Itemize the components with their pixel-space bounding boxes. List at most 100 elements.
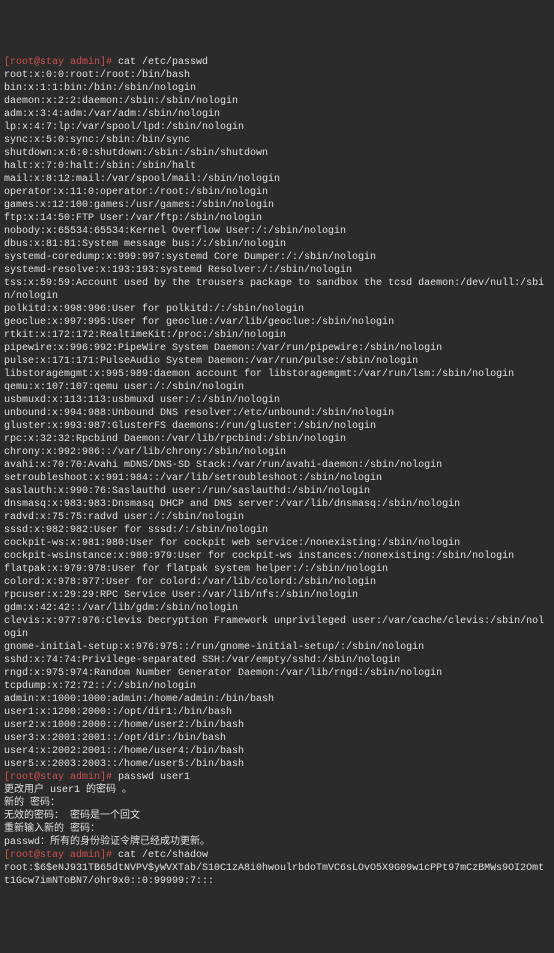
passwd-entry: cockpit-wsinstance:x:980:979:User for co… [4, 551, 514, 562]
passwd-entry: gluster:x:993:987:GlusterFS daemons:/run… [4, 421, 376, 432]
terminal-line: bin:x:1:1:bin:/bin:/sbin/nologin [4, 82, 550, 95]
passwd-output: 重新输入新的 密码： [4, 824, 100, 835]
terminal-line: admin:x:1000:1000:admin:/home/admin:/bin… [4, 693, 550, 706]
terminal-line: 重新输入新的 密码： [4, 823, 550, 836]
terminal-line: dbus:x:81:81:System message bus:/:/sbin/… [4, 238, 550, 251]
shell-command: passwd user1 [118, 772, 190, 783]
terminal-line: gluster:x:993:987:GlusterFS daemons:/run… [4, 420, 550, 433]
passwd-entry: gnome-initial-setup:x:976:975::/run/gnom… [4, 642, 424, 653]
terminal-line: clevis:x:977:976:Clevis Decryption Frame… [4, 615, 550, 641]
passwd-entry: geoclue:x:997:995:User for geoclue:/var/… [4, 317, 394, 328]
passwd-entry: libstoragemgmt:x:995:989:daemon account … [4, 369, 514, 380]
terminal-line: [root@stay admin]# cat /etc/shadow [4, 849, 550, 862]
passwd-entry: dbus:x:81:81:System message bus:/:/sbin/… [4, 239, 286, 250]
shell-command: cat /etc/shadow [118, 850, 208, 861]
terminal-line: user1:x:1200:2000::/opt/dir1:/bin/bash [4, 706, 550, 719]
terminal-line: systemd-resolve:x:193:193:systemd Resolv… [4, 264, 550, 277]
passwd-entry: gdm:x:42:42::/var/lib/gdm:/sbin/nologin [4, 603, 238, 614]
terminal-line: setroubleshoot:x:991:984::/var/lib/setro… [4, 472, 550, 485]
terminal-output[interactable]: [root@stay admin]# cat /etc/passwd root:x… [4, 56, 550, 888]
passwd-entry: adm:x:3:4:adm:/var/adm:/sbin/nologin [4, 109, 220, 120]
shell-command: cat /etc/passwd [118, 57, 208, 68]
passwd-entry: clevis:x:977:976:Clevis Decryption Frame… [4, 616, 544, 640]
shadow-entry: root:$6$eNJ931TB65dtNVPV$yWVXTab/S10C1zA… [4, 863, 544, 887]
terminal-line: 无效的密码： 密码是一个回文 [4, 810, 550, 823]
terminal-line: geoclue:x:997:995:User for geoclue:/var/… [4, 316, 550, 329]
terminal-line: lp:x:4:7:lp:/var/spool/lpd:/sbin/nologin [4, 121, 550, 134]
terminal-line: libstoragemgmt:x:995:989:daemon account … [4, 368, 550, 381]
terminal-line: flatpak:x:979:978:User for flatpak syste… [4, 563, 550, 576]
passwd-entry: lp:x:4:7:lp:/var/spool/lpd:/sbin/nologin [4, 122, 244, 133]
passwd-entry: tcpdump:x:72:72::/:/sbin/nologin [4, 681, 196, 692]
passwd-entry: root:x:0:0:root:/root:/bin/bash [4, 70, 190, 81]
passwd-entry: colord:x:978:977:User for colord:/var/li… [4, 577, 376, 588]
passwd-entry: polkitd:x:998:996:User for polkitd:/:/sb… [4, 304, 304, 315]
terminal-line: daemon:x:2:2:daemon:/sbin:/sbin/nologin [4, 95, 550, 108]
terminal-line: usbmuxd:x:113:113:usbmuxd user:/:/sbin/n… [4, 394, 550, 407]
passwd-output: 新的 密码： [4, 798, 60, 809]
passwd-entry: rtkit:x:172:172:RealtimeKit:/proc:/sbin/… [4, 330, 286, 341]
terminal-line: passwd：所有的身份验证令牌已经成功更新。 [4, 836, 550, 849]
passwd-entry: cockpit-ws:x:981:980:User for cockpit we… [4, 538, 460, 549]
passwd-entry: pipewire:x:996:992:PipeWire System Daemo… [4, 343, 442, 354]
passwd-entry: usbmuxd:x:113:113:usbmuxd user:/:/sbin/n… [4, 395, 280, 406]
passwd-entry: saslauth:x:990:76:Saslauthd user:/run/sa… [4, 486, 370, 497]
terminal-line: root:$6$eNJ931TB65dtNVPV$yWVXTab/S10C1zA… [4, 862, 550, 888]
terminal-line: tss:x:59:59:Account used by the trousers… [4, 277, 550, 303]
passwd-entry: sssd:x:982:982:User for sssd:/:/sbin/nol… [4, 525, 268, 536]
passwd-entry: flatpak:x:979:978:User for flatpak syste… [4, 564, 388, 575]
terminal-line: saslauth:x:990:76:Saslauthd user:/run/sa… [4, 485, 550, 498]
passwd-entry: user1:x:1200:2000::/opt/dir1:/bin/bash [4, 707, 232, 718]
terminal-line: gnome-initial-setup:x:976:975::/run/gnom… [4, 641, 550, 654]
shell-prompt: [root@stay admin]# [4, 772, 118, 783]
passwd-entry: halt:x:7:0:halt:/sbin:/sbin/halt [4, 161, 196, 172]
terminal-line: qemu:x:107:107:qemu user:/:/sbin/nologin [4, 381, 550, 394]
passwd-entry: radvd:x:75:75:radvd user:/:/sbin/nologin [4, 512, 244, 523]
terminal-line: polkitd:x:998:996:User for polkitd:/:/sb… [4, 303, 550, 316]
terminal-line: rtkit:x:172:172:RealtimeKit:/proc:/sbin/… [4, 329, 550, 342]
passwd-entry: shutdown:x:6:0:shutdown:/sbin:/sbin/shut… [4, 148, 268, 159]
passwd-entry: bin:x:1:1:bin:/bin:/sbin/nologin [4, 83, 196, 94]
passwd-entry: setroubleshoot:x:991:984::/var/lib/setro… [4, 473, 382, 484]
terminal-line: rngd:x:975:974:Random Number Generator D… [4, 667, 550, 680]
passwd-entry: tss:x:59:59:Account used by the trousers… [4, 278, 544, 302]
passwd-entry: systemd-resolve:x:193:193:systemd Resolv… [4, 265, 352, 276]
terminal-line: root:x:0:0:root:/root:/bin/bash [4, 69, 550, 82]
passwd-output: 更改用户 user1 的密码 。 [4, 785, 132, 796]
terminal-line: shutdown:x:6:0:shutdown:/sbin:/sbin/shut… [4, 147, 550, 160]
passwd-entry: operator:x:11:0:operator:/root:/sbin/nol… [4, 187, 268, 198]
terminal-line: radvd:x:75:75:radvd user:/:/sbin/nologin [4, 511, 550, 524]
passwd-entry: mail:x:8:12:mail:/var/spool/mail:/sbin/n… [4, 174, 280, 185]
passwd-entry: sshd:x:74:74:Privilege-separated SSH:/va… [4, 655, 400, 666]
terminal-line: gdm:x:42:42::/var/lib/gdm:/sbin/nologin [4, 602, 550, 615]
passwd-entry: admin:x:1000:1000:admin:/home/admin:/bin… [4, 694, 274, 705]
terminal-line: cockpit-ws:x:981:980:User for cockpit we… [4, 537, 550, 550]
terminal-line: mail:x:8:12:mail:/var/spool/mail:/sbin/n… [4, 173, 550, 186]
passwd-entry: daemon:x:2:2:daemon:/sbin:/sbin/nologin [4, 96, 238, 107]
terminal-line: sshd:x:74:74:Privilege-separated SSH:/va… [4, 654, 550, 667]
terminal-line: games:x:12:100:games:/usr/games:/sbin/no… [4, 199, 550, 212]
terminal-line: user3:x:2001:2001::/opt/dir:/bin/bash [4, 732, 550, 745]
passwd-entry: pulse:x:171:171:PulseAudio System Daemon… [4, 356, 418, 367]
passwd-entry: unbound:x:994:988:Unbound DNS resolver:/… [4, 408, 394, 419]
terminal-line: avahi:x:70:70:Avahi mDNS/DNS-SD Stack:/v… [4, 459, 550, 472]
terminal-line: ftp:x:14:50:FTP User:/var/ftp:/sbin/nolo… [4, 212, 550, 225]
terminal-line: sync:x:5:0:sync:/sbin:/bin/sync [4, 134, 550, 147]
terminal-line: chrony:x:992:986::/var/lib/chrony:/sbin/… [4, 446, 550, 459]
passwd-entry: rpcuser:x:29:29:RPC Service User:/var/li… [4, 590, 358, 601]
passwd-entry: avahi:x:70:70:Avahi mDNS/DNS-SD Stack:/v… [4, 460, 442, 471]
passwd-entry: sync:x:5:0:sync:/sbin:/bin/sync [4, 135, 190, 146]
terminal-line: cockpit-wsinstance:x:980:979:User for co… [4, 550, 550, 563]
terminal-line: rpc:x:32:32:Rpcbind Daemon:/var/lib/rpcb… [4, 433, 550, 446]
terminal-line: operator:x:11:0:operator:/root:/sbin/nol… [4, 186, 550, 199]
passwd-entry: nobody:x:65534:65534:Kernel Overflow Use… [4, 226, 346, 237]
terminal-line: pipewire:x:996:992:PipeWire System Daemo… [4, 342, 550, 355]
terminal-line: dnsmasq:x:983:983:Dnsmasq DHCP and DNS s… [4, 498, 550, 511]
terminal-line: user5:x:2003:2003::/home/user5:/bin/bash [4, 758, 550, 771]
passwd-output: 无效的密码： 密码是一个回文 [4, 811, 140, 822]
passwd-entry: chrony:x:992:986::/var/lib/chrony:/sbin/… [4, 447, 286, 458]
terminal-line: 更改用户 user1 的密码 。 [4, 784, 550, 797]
passwd-entry: user3:x:2001:2001::/opt/dir:/bin/bash [4, 733, 226, 744]
terminal-line: user4:x:2002:2001::/home/user4:/bin/bash [4, 745, 550, 758]
terminal-line: unbound:x:994:988:Unbound DNS resolver:/… [4, 407, 550, 420]
